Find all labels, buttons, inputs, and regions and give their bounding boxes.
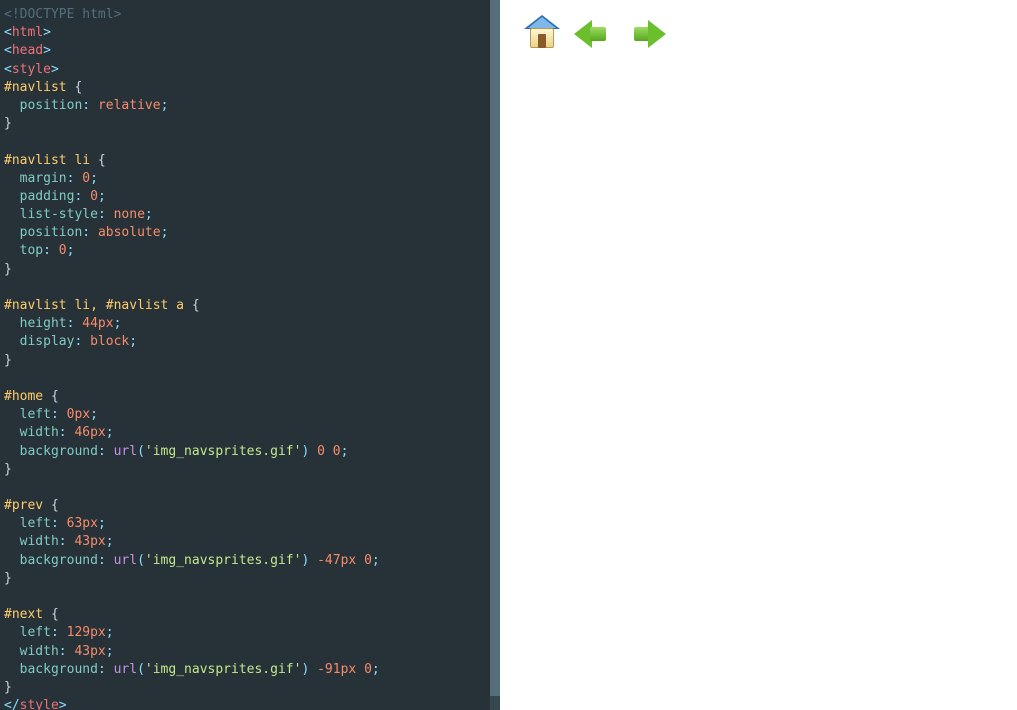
nav-next-link[interactable] — [624, 12, 668, 56]
nav-next[interactable] — [624, 12, 668, 56]
code-content: <!DOCTYPE html> <html> <head> <style> #n… — [4, 6, 496, 710]
scrollbar[interactable] — [490, 0, 500, 710]
code-editor[interactable]: <!DOCTYPE html> <html> <head> <style> #n… — [0, 0, 500, 710]
nav-list — [500, 0, 1017, 24]
preview-pane — [500, 0, 1017, 710]
nav-prev[interactable] — [572, 12, 616, 56]
nav-prev-link[interactable] — [572, 12, 616, 56]
nav-home-link[interactable] — [520, 12, 564, 56]
doctype: <!DOCTYPE html> — [4, 7, 121, 22]
nav-home[interactable] — [520, 12, 564, 56]
scrollbar-thumb[interactable] — [490, 0, 500, 696]
